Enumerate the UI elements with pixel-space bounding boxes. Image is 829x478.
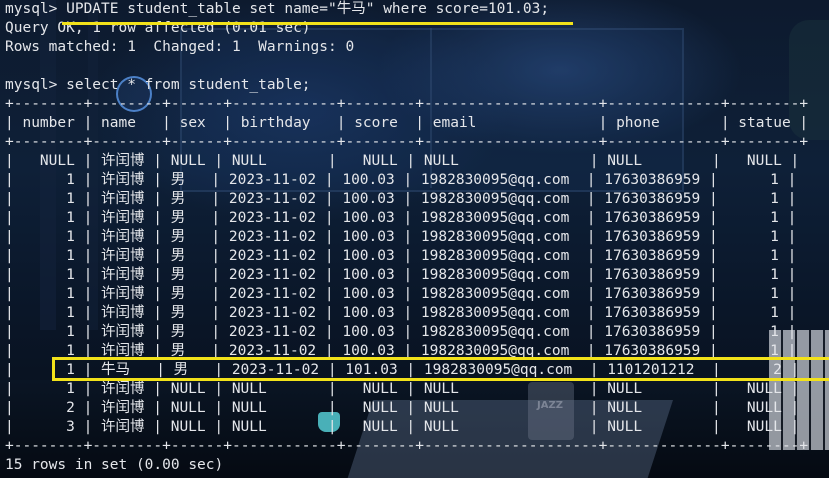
- command-line-update: mysql> UPDATE student_table set name="牛马…: [5, 1, 550, 17]
- table-row: | 1 | 许闰博 | 男 | 2023-11-02 | 100.03 | 19…: [5, 172, 797, 188]
- table-border: +--------+--------+------+------------+-…: [5, 438, 809, 454]
- table-row: | 1 | 许闰博 | 男 | 2023-11-02 | 100.03 | 19…: [5, 191, 797, 207]
- table-row: | 1 | 许闰博 | 男 | 2023-11-02 | 100.03 | 19…: [5, 248, 797, 264]
- table-row: | 1 | 许闰博 | 男 | 2023-11-02 | 100.03 | 19…: [5, 305, 797, 321]
- table-row: | 1 | 许闰博 | 男 | 2023-11-02 | 100.03 | 19…: [5, 324, 797, 340]
- table-row: | 1 | 许闰博 | 男 | 2023-11-02 | 100.03 | 19…: [5, 210, 797, 226]
- highlight-box: [52, 357, 829, 381]
- table-row: | 2 | 许闰博 | NULL | NULL | NULL | NULL | …: [5, 400, 800, 416]
- table-row: | 1 | 许闰博 | 男 | 2023-11-02 | 100.03 | 19…: [5, 229, 797, 245]
- command-line-select: mysql> select * from student_table;: [5, 77, 311, 93]
- table-row: | 1 | 许闰博 | 男 | 2023-11-02 | 100.03 | 19…: [5, 267, 797, 283]
- output-line: Rows matched: 1 Changed: 1 Warnings: 0: [5, 39, 355, 55]
- table-row: | 1 | 许闰博 | NULL | NULL | NULL | NULL | …: [5, 381, 800, 397]
- table-header-row: | number | name | sex | birthday | score…: [5, 115, 809, 131]
- table-border: +--------+--------+------+------------+-…: [5, 96, 809, 112]
- table-row: | 3 | 许闰博 | NULL | NULL | NULL | NULL | …: [5, 419, 800, 435]
- highlight-underline: [62, 22, 573, 25]
- result-summary: 15 rows in set (0.00 sec): [5, 457, 224, 473]
- table-row: | NULL | 许闰博 | NULL | NULL | NULL | NULL…: [5, 153, 800, 169]
- table-row: | 1 | 许闰博 | 男 | 2023-11-02 | 100.03 | 19…: [5, 286, 797, 302]
- terminal-window[interactable]: mysql> UPDATE student_table set name="牛马…: [5, 0, 829, 478]
- table-border: +--------+--------+------+------------+-…: [5, 134, 809, 150]
